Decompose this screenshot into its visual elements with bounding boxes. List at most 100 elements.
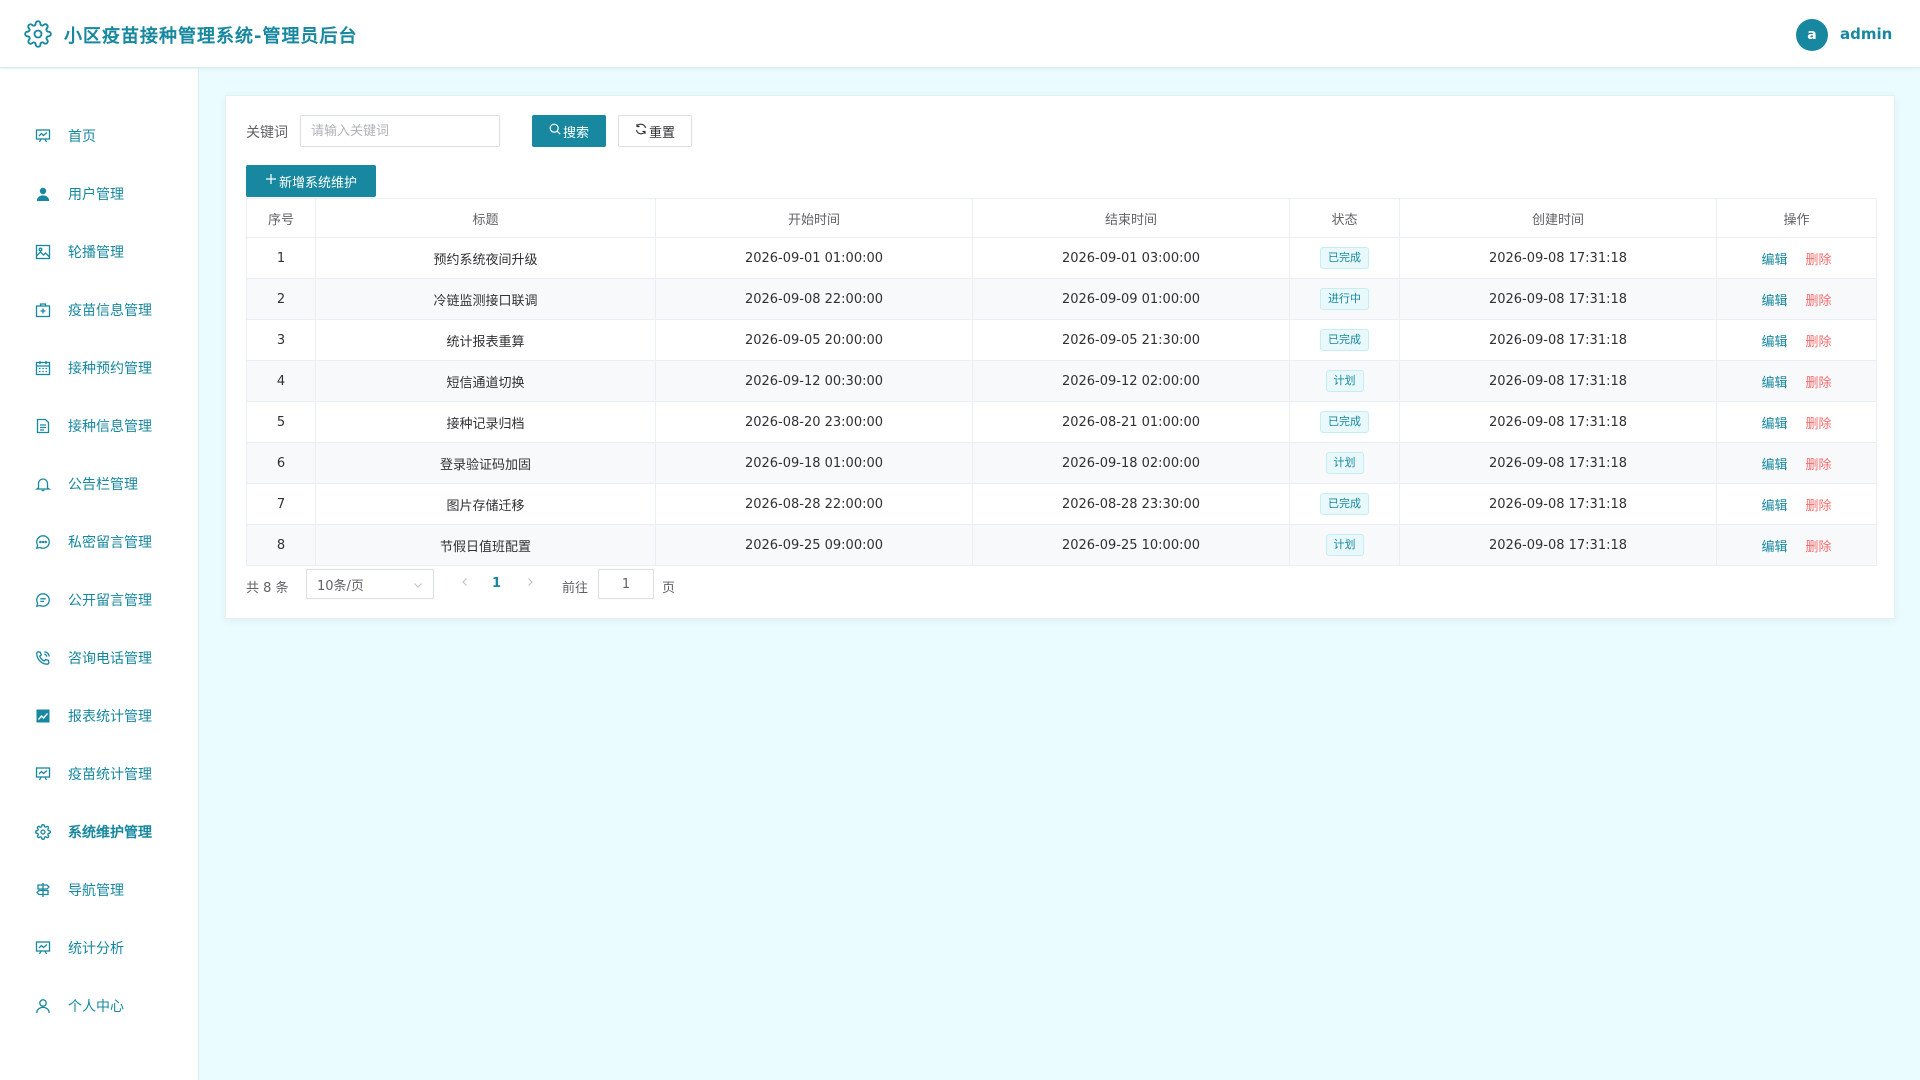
delete-link[interactable]: 删除 — [1806, 417, 1832, 432]
row-created-time: 2026-09-08 17:31:18 — [1399, 483, 1717, 525]
table-row: 4 短信通道切换 2026-09-12 00:30:00 2026-09-12 … — [246, 360, 1877, 402]
search-button[interactable]: 搜索 — [532, 115, 606, 147]
page-size-select[interactable]: 10条/页 — [306, 569, 434, 599]
goto-page-input[interactable] — [598, 569, 654, 599]
chat-dots-icon — [34, 533, 52, 551]
sidebar-item-analytics[interactable]: 统计分析 — [0, 928, 199, 968]
table-row: 1 预约系统夜间升级 2026-09-01 01:00:00 2026-09-0… — [246, 237, 1877, 279]
sidebar-item-report-stats[interactable]: 报表统计管理 — [0, 696, 199, 736]
add-button-label: 新增系统维护 — [278, 175, 357, 191]
search-button-label: 搜索 — [562, 125, 589, 141]
status-badge: 已完成 — [1320, 247, 1369, 269]
row-start-time: 2026-09-12 00:30:00 — [655, 360, 973, 402]
top-header: 小区疫苗接种管理系统-管理员后台 a admin — [0, 0, 1920, 68]
delete-link[interactable]: 删除 — [1806, 335, 1832, 350]
row-created-time: 2026-09-08 17:31:18 — [1399, 360, 1717, 402]
guide-icon — [34, 881, 52, 899]
row-end-time: 2026-09-05 21:30:00 — [972, 319, 1290, 361]
edit-link[interactable]: 编辑 — [1761, 253, 1787, 268]
calendar-icon — [34, 359, 52, 377]
table-row: 7 图片存储迁移 2026-08-28 22:00:00 2026-08-28 … — [246, 483, 1877, 525]
plus-icon — [265, 173, 277, 189]
column-header-end: 结束时间 — [972, 198, 1290, 238]
sidebar-item-bulletin[interactable]: 公告栏管理 — [0, 464, 199, 504]
row-index: 1 — [246, 237, 316, 279]
row-index: 3 — [246, 319, 316, 361]
table-row: 2 冷链监测接口联调 2026-09-08 22:00:00 2026-09-0… — [246, 278, 1877, 320]
sidebar-item-vaccine-info[interactable]: 疫苗信息管理 — [0, 290, 199, 330]
row-start-time: 2026-08-28 22:00:00 — [655, 483, 973, 525]
sidebar-item-hotline[interactable]: 咨询电话管理 — [0, 638, 199, 678]
edit-link[interactable]: 编辑 — [1761, 540, 1787, 555]
table-row: 8 节假日值班配置 2026-09-25 09:00:00 2026-09-25… — [246, 524, 1877, 566]
table-row: 3 统计报表重算 2026-09-05 20:00:00 2026-09-05 … — [246, 319, 1877, 361]
page-number-current[interactable]: 1 — [492, 576, 501, 591]
sidebar-item-navigation[interactable]: 导航管理 — [0, 870, 199, 910]
row-title: 登录验证码加固 — [315, 442, 656, 484]
row-created-time: 2026-09-08 17:31:18 — [1399, 524, 1717, 566]
row-title: 节假日值班配置 — [315, 524, 656, 566]
sidebar-item-vaccination-info[interactable]: 接种信息管理 — [0, 406, 199, 446]
delete-link[interactable]: 删除 — [1806, 499, 1832, 514]
sidebar-item-label: 接种信息管理 — [68, 419, 152, 435]
status-badge: 已完成 — [1320, 493, 1369, 515]
avatar[interactable]: a — [1796, 19, 1828, 51]
user-icon — [34, 185, 52, 203]
next-page-button[interactable] — [525, 575, 535, 591]
username[interactable]: admin — [1840, 25, 1892, 43]
delete-link[interactable]: 删除 — [1806, 540, 1832, 555]
sidebar-item-private-messages[interactable]: 私密留言管理 — [0, 522, 199, 562]
sidebar-item-users[interactable]: 用户管理 — [0, 174, 199, 214]
edit-link[interactable]: 编辑 — [1761, 458, 1787, 473]
sidebar-item-appointments[interactable]: 接种预约管理 — [0, 348, 199, 388]
app-title: 小区疫苗接种管理系统-管理员后台 — [64, 26, 358, 47]
sidebar-item-home[interactable]: 首页 — [0, 116, 199, 156]
board-icon — [34, 939, 52, 957]
sidebar-item-label: 疫苗信息管理 — [68, 303, 152, 319]
edit-link[interactable]: 编辑 — [1761, 335, 1787, 350]
column-header-start: 开始时间 — [655, 198, 973, 238]
row-end-time: 2026-09-25 10:00:00 — [972, 524, 1290, 566]
column-header-status: 状态 — [1289, 198, 1400, 238]
prev-page-button[interactable] — [460, 575, 470, 591]
edit-link[interactable]: 编辑 — [1761, 376, 1787, 391]
sidebar-item-carousel[interactable]: 轮播管理 — [0, 232, 199, 272]
dashboard-icon — [34, 127, 52, 145]
sidebar-item-label: 用户管理 — [68, 187, 124, 203]
sidebar-item-vaccine-stats[interactable]: 疫苗统计管理 — [0, 754, 199, 794]
sidebar-item-public-messages[interactable]: 公开留言管理 — [0, 580, 199, 620]
gear-icon — [34, 823, 52, 841]
reset-button[interactable]: 重置 — [618, 115, 692, 147]
edit-link[interactable]: 编辑 — [1761, 294, 1787, 309]
row-index: 6 — [246, 442, 316, 484]
row-created-time: 2026-09-08 17:31:18 — [1399, 442, 1717, 484]
keyword-input[interactable] — [300, 115, 500, 147]
row-title: 图片存储迁移 — [315, 483, 656, 525]
row-end-time: 2026-08-28 23:30:00 — [972, 483, 1290, 525]
row-index: 2 — [246, 278, 316, 320]
table-header-row: 序号 标题 开始时间 结束时间 状态 创建时间 操作 — [246, 198, 1877, 238]
row-title: 短信通道切换 — [315, 360, 656, 402]
row-created-time: 2026-09-08 17:31:18 — [1399, 278, 1717, 320]
delete-link[interactable]: 删除 — [1806, 376, 1832, 391]
first-aid-kit-icon — [34, 301, 52, 319]
sidebar-item-label: 系统维护管理 — [68, 825, 152, 841]
person-icon — [34, 997, 52, 1015]
edit-link[interactable]: 编辑 — [1761, 499, 1787, 514]
chevron-left-icon — [462, 578, 467, 586]
delete-link[interactable]: 删除 — [1806, 294, 1832, 309]
row-index: 7 — [246, 483, 316, 525]
status-badge: 已完成 — [1320, 411, 1369, 433]
sidebar-item-label: 统计分析 — [68, 941, 124, 957]
row-title: 统计报表重算 — [315, 319, 656, 361]
bell-icon — [34, 475, 52, 493]
sidebar-item-system-maintenance[interactable]: 系统维护管理 — [0, 812, 199, 852]
sidebar-item-label: 疫苗统计管理 — [68, 767, 152, 783]
sidebar-item-profile[interactable]: 个人中心 — [0, 986, 199, 1026]
delete-link[interactable]: 删除 — [1806, 458, 1832, 473]
status-badge: 计划 — [1325, 534, 1364, 556]
row-end-time: 2026-09-12 02:00:00 — [972, 360, 1290, 402]
delete-link[interactable]: 删除 — [1806, 253, 1832, 268]
add-maintenance-button[interactable]: 新增系统维护 — [246, 165, 376, 197]
edit-link[interactable]: 编辑 — [1761, 417, 1787, 432]
